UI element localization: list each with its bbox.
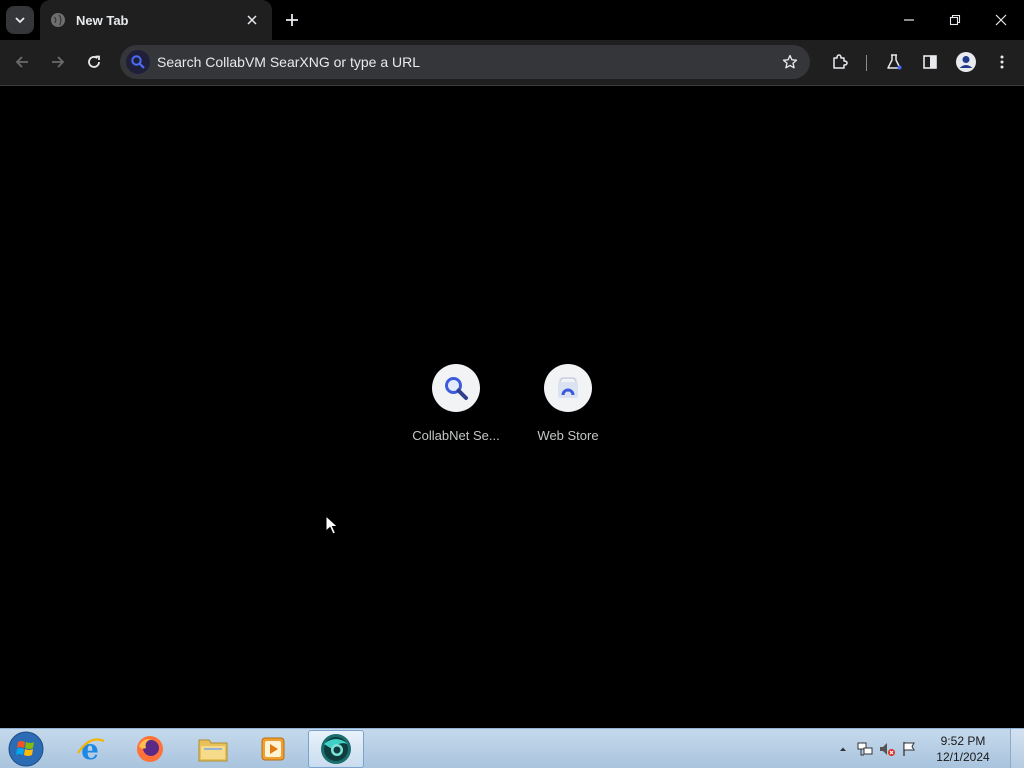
forward-button[interactable] [43, 47, 73, 77]
restore-button[interactable] [932, 0, 978, 40]
star-icon [782, 54, 798, 69]
media-player-icon [261, 737, 285, 761]
windows-logo-icon [8, 731, 44, 767]
taskbar-media-player[interactable] [245, 730, 301, 768]
shortcut-label: CollabNet Se... [412, 428, 500, 443]
chevron-up-icon [840, 747, 846, 751]
show-hidden-icons-button[interactable] [832, 738, 854, 760]
taskbar-file-explorer[interactable] [185, 730, 241, 768]
tab-new-tab[interactable]: New Tab [40, 0, 272, 40]
taskbar-browser[interactable] [308, 730, 364, 768]
restore-icon [949, 14, 961, 26]
search-icon [445, 377, 468, 400]
mouse-cursor-icon [325, 515, 339, 535]
flask-icon [887, 54, 902, 70]
folder-icon [198, 739, 228, 762]
puzzle-icon [833, 54, 848, 69]
firefox-icon [137, 736, 163, 762]
browser-toolbar: Search CollabVM SearXNG or type a URL [0, 40, 1024, 86]
reload-button[interactable] [79, 47, 109, 77]
tab-strip: New Tab [0, 0, 1024, 40]
plus-icon [286, 14, 298, 26]
internet-explorer-icon: e [77, 733, 105, 765]
action-center-flag-icon[interactable] [898, 738, 920, 760]
reload-icon [88, 55, 100, 68]
avatar-icon [956, 52, 976, 72]
close-icon [995, 14, 1007, 26]
tab-search-button[interactable] [6, 6, 34, 34]
bookmark-star-button[interactable] [778, 50, 802, 74]
more-vertical-icon [1000, 55, 1004, 69]
profile-button[interactable] [951, 47, 981, 77]
close-window-button[interactable] [978, 0, 1024, 40]
svg-text:e: e [81, 733, 99, 765]
clock-time: 9:52 PM [940, 734, 986, 748]
globe-icon [50, 12, 66, 28]
side-panel-button[interactable] [915, 47, 945, 77]
arrow-right-icon [52, 56, 65, 68]
shortcut-web-store[interactable]: Web Store [518, 364, 618, 443]
web-store-icon [558, 377, 578, 398]
arrow-left-icon [15, 56, 28, 68]
network-icon[interactable] [854, 738, 876, 760]
taskbar-firefox[interactable] [122, 730, 178, 768]
extensions-button[interactable] [825, 47, 855, 77]
volume-muted-icon[interactable] [876, 738, 898, 760]
show-desktop-button[interactable] [1010, 729, 1024, 768]
new-tab-button[interactable] [280, 8, 304, 32]
clock-date: 12/1/2024 [936, 750, 990, 764]
tab-close-button[interactable] [242, 10, 262, 30]
close-icon [247, 15, 257, 25]
toolbar-divider [866, 55, 867, 71]
labs-button[interactable] [879, 47, 909, 77]
minimize-icon [904, 19, 914, 21]
new-tab-page: CollabNet Se... Web Store [0, 87, 1024, 728]
start-button[interactable] [6, 731, 46, 767]
shortcut-collabnet-search[interactable]: CollabNet Se... [406, 364, 506, 443]
browser-menu-button[interactable] [987, 47, 1017, 77]
windows-taskbar: e 9:52 PM 12/1/2024 [0, 728, 1024, 768]
shortcut-icon-container [432, 364, 480, 412]
chevron-down-icon [15, 17, 25, 24]
shortcut-label: Web Store [537, 428, 599, 443]
tab-title: New Tab [76, 12, 129, 28]
address-bar[interactable]: Search CollabVM SearXNG or type a URL [120, 45, 810, 79]
taskbar-internet-explorer[interactable]: e [62, 730, 118, 768]
taskbar-clock[interactable]: 9:52 PM 12/1/2024 [930, 733, 996, 765]
shortcut-icon-container [544, 364, 592, 412]
chrome-icon [321, 734, 351, 764]
minimize-button[interactable] [886, 0, 932, 40]
address-bar-placeholder: Search CollabVM SearXNG or type a URL [157, 54, 420, 70]
back-button[interactable] [7, 47, 37, 77]
search-icon [126, 50, 150, 74]
side-panel-icon [923, 55, 937, 69]
system-tray: 9:52 PM 12/1/2024 [832, 729, 996, 768]
